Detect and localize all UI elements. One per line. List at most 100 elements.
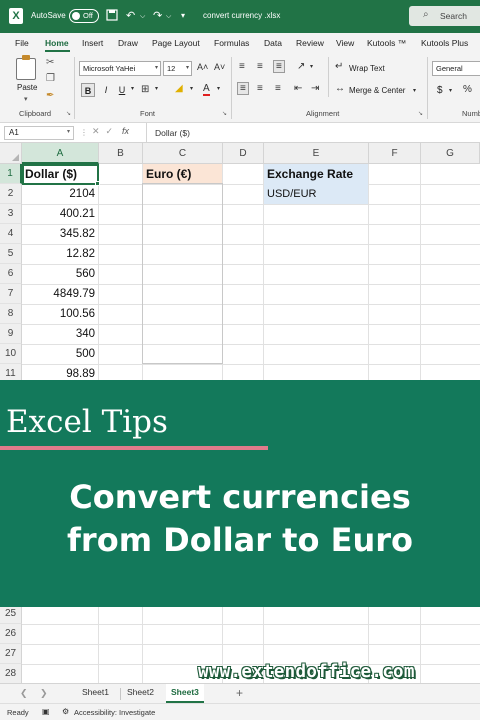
formula-input[interactable]: Dollar ($) [146,123,480,143]
tab-data[interactable]: Data [264,38,282,48]
accessibility-icon[interactable]: ⚙ [62,707,69,716]
font-color-icon[interactable]: A [203,83,210,96]
cell-a8[interactable]: 100.56 [22,304,98,324]
currency-dropdown-icon[interactable]: ▾ [449,87,452,94]
select-all-button[interactable] [0,143,22,164]
cut-icon[interactable]: ✂ [46,57,54,68]
column-header-f[interactable]: F [369,143,421,164]
underline-button[interactable]: U [115,83,129,97]
font-color-dropdown-icon[interactable]: ▾ [217,85,220,92]
fill-color-dropdown-icon[interactable]: ▾ [190,85,193,92]
fill-handle[interactable] [95,181,100,186]
customize-toolbar-icon[interactable]: ▾ [181,11,185,20]
name-box[interactable]: A1 ▾ [4,126,74,140]
column-header-b[interactable]: B [99,143,143,164]
column-header-d[interactable]: D [223,143,264,164]
row-header-25[interactable]: 25 [0,604,22,624]
font-launcher-icon[interactable]: ↘ [222,110,227,117]
cell-a10[interactable]: 500 [22,344,98,364]
redo-dropdown-icon[interactable]: ⌵ [166,13,171,21]
row-header-9[interactable]: 9 [0,324,22,344]
column-header-a[interactable]: A [22,143,99,164]
tab-formulas[interactable]: Formulas [214,38,249,48]
tab-insert[interactable]: Insert [82,38,103,48]
insert-function-button[interactable]: fx [122,126,129,136]
merge-dropdown-icon[interactable]: ▾ [413,87,416,94]
cell-a2[interactable]: 2104 [22,184,98,204]
cell-a3[interactable]: 400.21 [22,204,98,224]
cell-a4[interactable]: 345.82 [22,224,98,244]
increase-indent-icon[interactable]: ⇥ [311,83,319,94]
number-format-select[interactable]: General [432,61,480,76]
borders-dropdown-icon[interactable]: ▾ [155,85,158,92]
decrease-indent-icon[interactable]: ⇤ [294,83,302,94]
accessibility-status[interactable]: Accessibility: Investigate [74,708,155,717]
row-header-6[interactable]: 6 [0,264,22,284]
tab-review[interactable]: Review [296,38,324,48]
tab-draw[interactable]: Draw [118,38,138,48]
row-header-4[interactable]: 4 [0,224,22,244]
paste-icon[interactable] [16,55,36,80]
copy-icon[interactable]: ❐ [46,73,55,84]
undo-dropdown-icon[interactable]: ⌵ [140,13,145,21]
undo-icon[interactable]: ↶ [126,9,135,22]
row-header-10[interactable]: 10 [0,344,22,364]
row-header-8[interactable]: 8 [0,304,22,324]
column-header-e[interactable]: E [264,143,369,164]
decrease-font-icon[interactable]: A˅ [214,62,225,72]
cell-a7[interactable]: 4849.79 [22,284,98,304]
next-sheet-icon[interactable]: ❯ [40,688,48,699]
row-header-2[interactable]: 2 [0,184,22,204]
align-middle-icon[interactable]: ≡ [257,61,263,72]
font-size-select[interactable]: 12 ▾ [163,61,192,76]
clipboard-launcher-icon[interactable]: ↘ [66,110,71,117]
tab-view[interactable]: View [336,38,354,48]
cell-a9[interactable]: 340 [22,324,98,344]
underline-dropdown-icon[interactable]: ▾ [131,85,134,92]
bold-button[interactable]: B [81,83,95,97]
align-right-icon[interactable]: ≡ [275,83,281,94]
italic-button[interactable]: I [99,83,113,97]
alignment-launcher-icon[interactable]: ↘ [418,110,423,117]
merge-center-icon[interactable]: ↔ [335,83,345,94]
tab-kutools[interactable]: Kutools ™ [367,38,406,48]
align-top-icon[interactable]: ≡ [239,61,245,72]
tab-kutools-plus[interactable]: Kutools Plus [421,38,468,48]
wrap-text-button[interactable]: Wrap Text [349,64,385,73]
redo-icon[interactable]: ↷ [153,9,162,22]
cancel-enter-icons[interactable]: ✕✓ [92,126,119,137]
align-center-icon[interactable]: ≡ [257,83,263,94]
column-header-c[interactable]: C [143,143,223,164]
save-icon[interactable] [106,9,118,24]
row-header-5[interactable]: 5 [0,244,22,264]
sheet-tab-2[interactable]: Sheet2 [127,687,154,697]
autosave-toggle[interactable]: Off [69,9,99,23]
tab-home[interactable]: Home [45,38,69,48]
orientation-dropdown-icon[interactable]: ▾ [310,63,313,70]
cell-e1[interactable]: Exchange Rate [264,164,368,184]
tab-page-layout[interactable]: Page Layout [152,38,200,48]
column-header-g[interactable]: G [421,143,480,164]
orientation-icon[interactable]: ↗ [297,61,305,72]
font-name-select[interactable]: Microsoft YaHei ▾ [79,61,161,76]
cell-e2[interactable]: USD/EUR [264,184,368,204]
tab-file[interactable]: File [15,38,29,48]
row-header-7[interactable]: 7 [0,284,22,304]
format-painter-icon[interactable]: ✒ [46,90,54,101]
align-bottom-icon[interactable]: ≡ [273,60,285,73]
add-sheet-icon[interactable]: + [236,686,243,700]
borders-icon[interactable]: ⊞ [141,84,149,95]
increase-font-icon[interactable]: A˄ [197,62,208,72]
paste-label[interactable]: Paste [17,83,37,92]
cell-a6[interactable]: 560 [22,264,98,284]
row-header-27[interactable]: 27 [0,644,22,664]
sheet-tab-1[interactable]: Sheet1 [82,687,109,697]
row-header-1[interactable]: 1 [0,164,22,184]
row-header-26[interactable]: 26 [0,624,22,644]
currency-format-button[interactable]: $ [437,85,443,96]
wrap-text-icon[interactable]: ↵ [335,61,343,72]
align-left-icon[interactable]: ≡ [237,82,249,95]
percent-icon[interactable]: % [463,84,472,95]
sheet-tab-3[interactable]: Sheet3 [166,684,204,703]
row-header-3[interactable]: 3 [0,204,22,224]
